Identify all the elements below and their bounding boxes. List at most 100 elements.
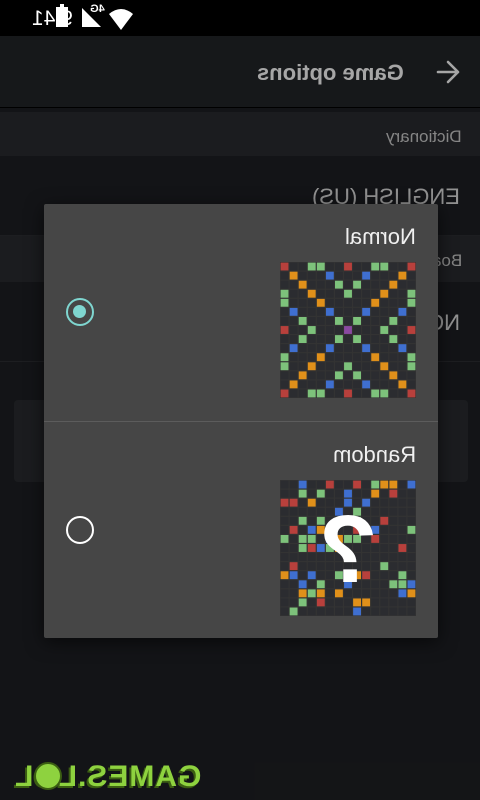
board-square xyxy=(371,607,380,616)
board-square xyxy=(398,480,407,489)
board-square xyxy=(307,262,316,271)
board-square xyxy=(298,516,307,525)
board-square xyxy=(289,380,298,389)
board-square xyxy=(335,289,343,298)
board-square xyxy=(298,326,307,334)
board-square xyxy=(280,326,289,334)
board-square xyxy=(380,389,389,398)
board-square xyxy=(307,607,316,616)
board-square xyxy=(353,326,361,334)
board-square xyxy=(307,380,316,389)
radio-random[interactable] xyxy=(66,516,94,544)
board-square xyxy=(344,280,352,289)
board-square xyxy=(325,335,334,343)
board-square xyxy=(307,353,316,362)
board-square xyxy=(362,380,371,389)
board-square xyxy=(316,289,325,298)
board-square xyxy=(407,326,416,334)
board-square xyxy=(289,489,298,498)
board-square xyxy=(289,326,298,334)
board-square xyxy=(280,589,289,598)
board-square xyxy=(307,516,316,525)
board-square xyxy=(389,271,398,280)
board-square xyxy=(307,317,316,325)
board-square xyxy=(353,380,361,389)
board-square xyxy=(389,326,398,334)
board-square xyxy=(371,298,380,307)
board-square xyxy=(307,498,316,507)
board-square xyxy=(362,371,371,380)
board-square xyxy=(307,307,316,316)
board-square xyxy=(353,480,361,489)
board-square xyxy=(298,589,307,598)
board-square xyxy=(307,589,316,598)
board-square xyxy=(344,607,352,616)
board-square xyxy=(398,298,407,307)
board-square xyxy=(280,335,289,343)
board-square xyxy=(344,344,352,353)
board-square xyxy=(316,298,325,307)
board-square xyxy=(298,280,307,289)
board-square xyxy=(407,271,416,280)
board-square xyxy=(298,298,307,307)
board-square xyxy=(289,298,298,307)
board-square xyxy=(325,280,334,289)
board-square xyxy=(380,271,389,280)
board-square xyxy=(389,553,398,561)
board-square xyxy=(398,262,407,271)
board-square xyxy=(280,280,289,289)
board-square xyxy=(353,389,361,398)
board-square xyxy=(407,498,416,507)
board-square xyxy=(398,544,407,552)
board-square xyxy=(325,380,334,389)
board-square xyxy=(344,362,352,371)
network-type: 4G xyxy=(90,3,105,15)
board-square xyxy=(280,371,289,380)
board-square xyxy=(398,335,407,343)
board-square xyxy=(353,362,361,371)
board-square xyxy=(335,362,343,371)
board-square xyxy=(316,389,325,398)
board-square xyxy=(371,362,380,371)
board-square xyxy=(307,544,316,552)
board-square xyxy=(298,335,307,343)
board-square xyxy=(280,535,289,543)
board-square xyxy=(344,389,352,398)
board-square xyxy=(380,553,389,561)
board-square xyxy=(353,335,361,343)
board-square xyxy=(389,562,398,571)
board-square xyxy=(335,353,343,362)
board-square xyxy=(289,480,298,489)
board-square xyxy=(407,371,416,380)
board-square xyxy=(407,307,416,316)
option-normal[interactable]: Normal xyxy=(44,204,438,420)
board-square xyxy=(398,344,407,353)
board-square xyxy=(280,525,289,534)
board-square xyxy=(280,607,289,616)
board-square xyxy=(289,498,298,507)
board-square xyxy=(389,480,398,489)
board-square xyxy=(389,389,398,398)
board-square xyxy=(362,353,371,362)
board-square xyxy=(362,480,371,489)
board-square xyxy=(380,544,389,552)
option-random[interactable]: Random ? xyxy=(44,421,438,637)
board-square xyxy=(362,326,371,334)
board-square xyxy=(380,507,389,516)
board-square xyxy=(298,353,307,362)
board-square xyxy=(335,389,343,398)
board-square xyxy=(380,371,389,380)
board-square xyxy=(407,553,416,561)
board-square xyxy=(407,380,416,389)
board-square xyxy=(325,344,334,353)
board-square xyxy=(353,317,361,325)
radio-normal[interactable] xyxy=(66,298,94,326)
board-square xyxy=(389,317,398,325)
board-square xyxy=(407,353,416,362)
board-square xyxy=(298,380,307,389)
board-square xyxy=(289,562,298,571)
board-square xyxy=(335,271,343,280)
board-square xyxy=(380,571,389,580)
board-square xyxy=(380,280,389,289)
board-square xyxy=(398,580,407,589)
